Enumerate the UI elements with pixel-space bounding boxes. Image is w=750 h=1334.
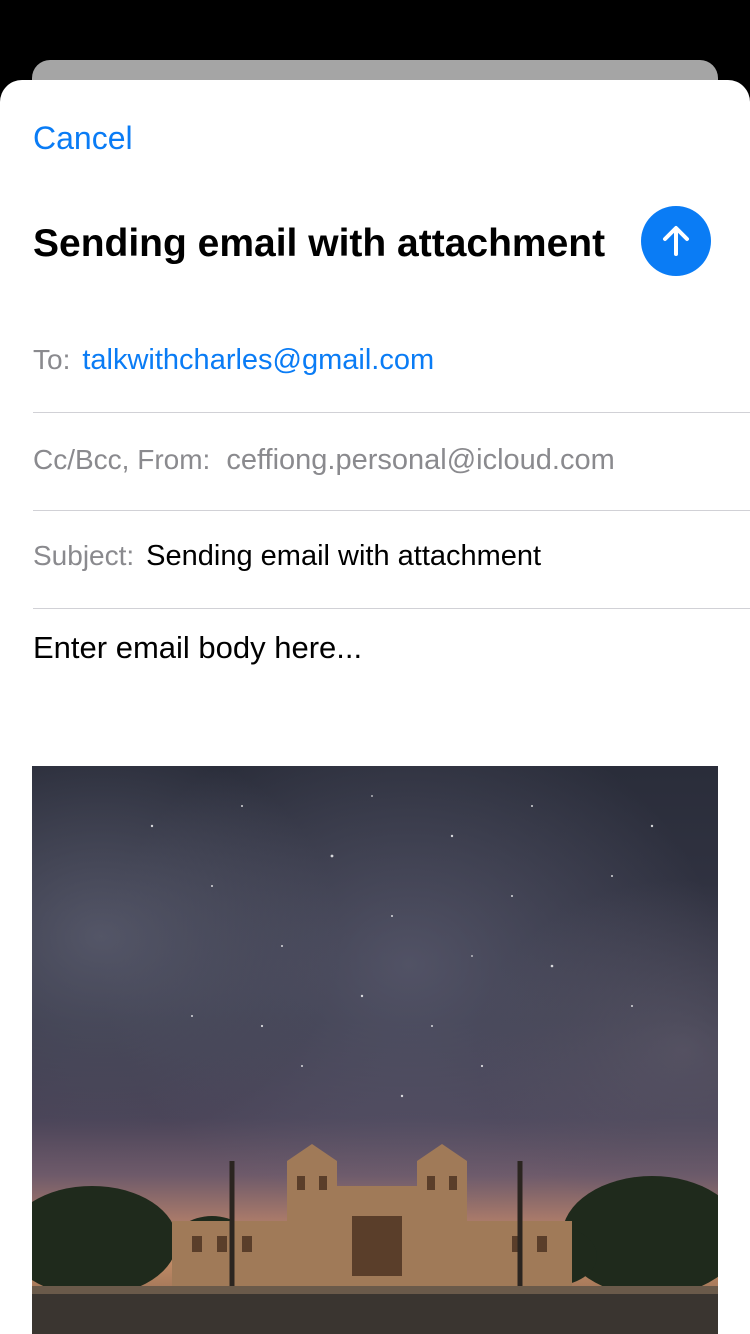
from-address[interactable]: ceffiong.personal@icloud.com bbox=[226, 444, 614, 477]
cc-bcc-from-field[interactable]: Cc/Bcc, From: ceffiong.personal@icloud.c… bbox=[33, 444, 750, 477]
to-field[interactable]: To: talkwithcharles@gmail.com bbox=[33, 344, 750, 377]
to-label: To: bbox=[33, 344, 71, 375]
compose-sheet: Cancel Sending email with attachment To:… bbox=[0, 80, 750, 1334]
cancel-button[interactable]: Cancel bbox=[33, 118, 133, 158]
subject-label: Subject: bbox=[33, 540, 135, 571]
to-recipient[interactable]: talkwithcharles@gmail.com bbox=[82, 344, 434, 377]
photo-attachment[interactable] bbox=[32, 766, 718, 1334]
cc-bcc-from-label: Cc/Bcc, From: bbox=[33, 444, 211, 475]
divider bbox=[33, 412, 750, 413]
arrow-up-icon bbox=[663, 226, 689, 256]
subject-value[interactable]: Sending email with attachment bbox=[146, 540, 541, 573]
divider bbox=[33, 608, 750, 609]
subject-field[interactable]: Subject: Sending email with attachment bbox=[33, 540, 750, 573]
email-body[interactable]: Enter email body here... bbox=[33, 628, 362, 668]
compose-title: Sending email with attachment bbox=[33, 222, 606, 265]
attachment-image bbox=[32, 766, 718, 1334]
send-button[interactable] bbox=[641, 206, 711, 276]
divider bbox=[33, 510, 750, 511]
